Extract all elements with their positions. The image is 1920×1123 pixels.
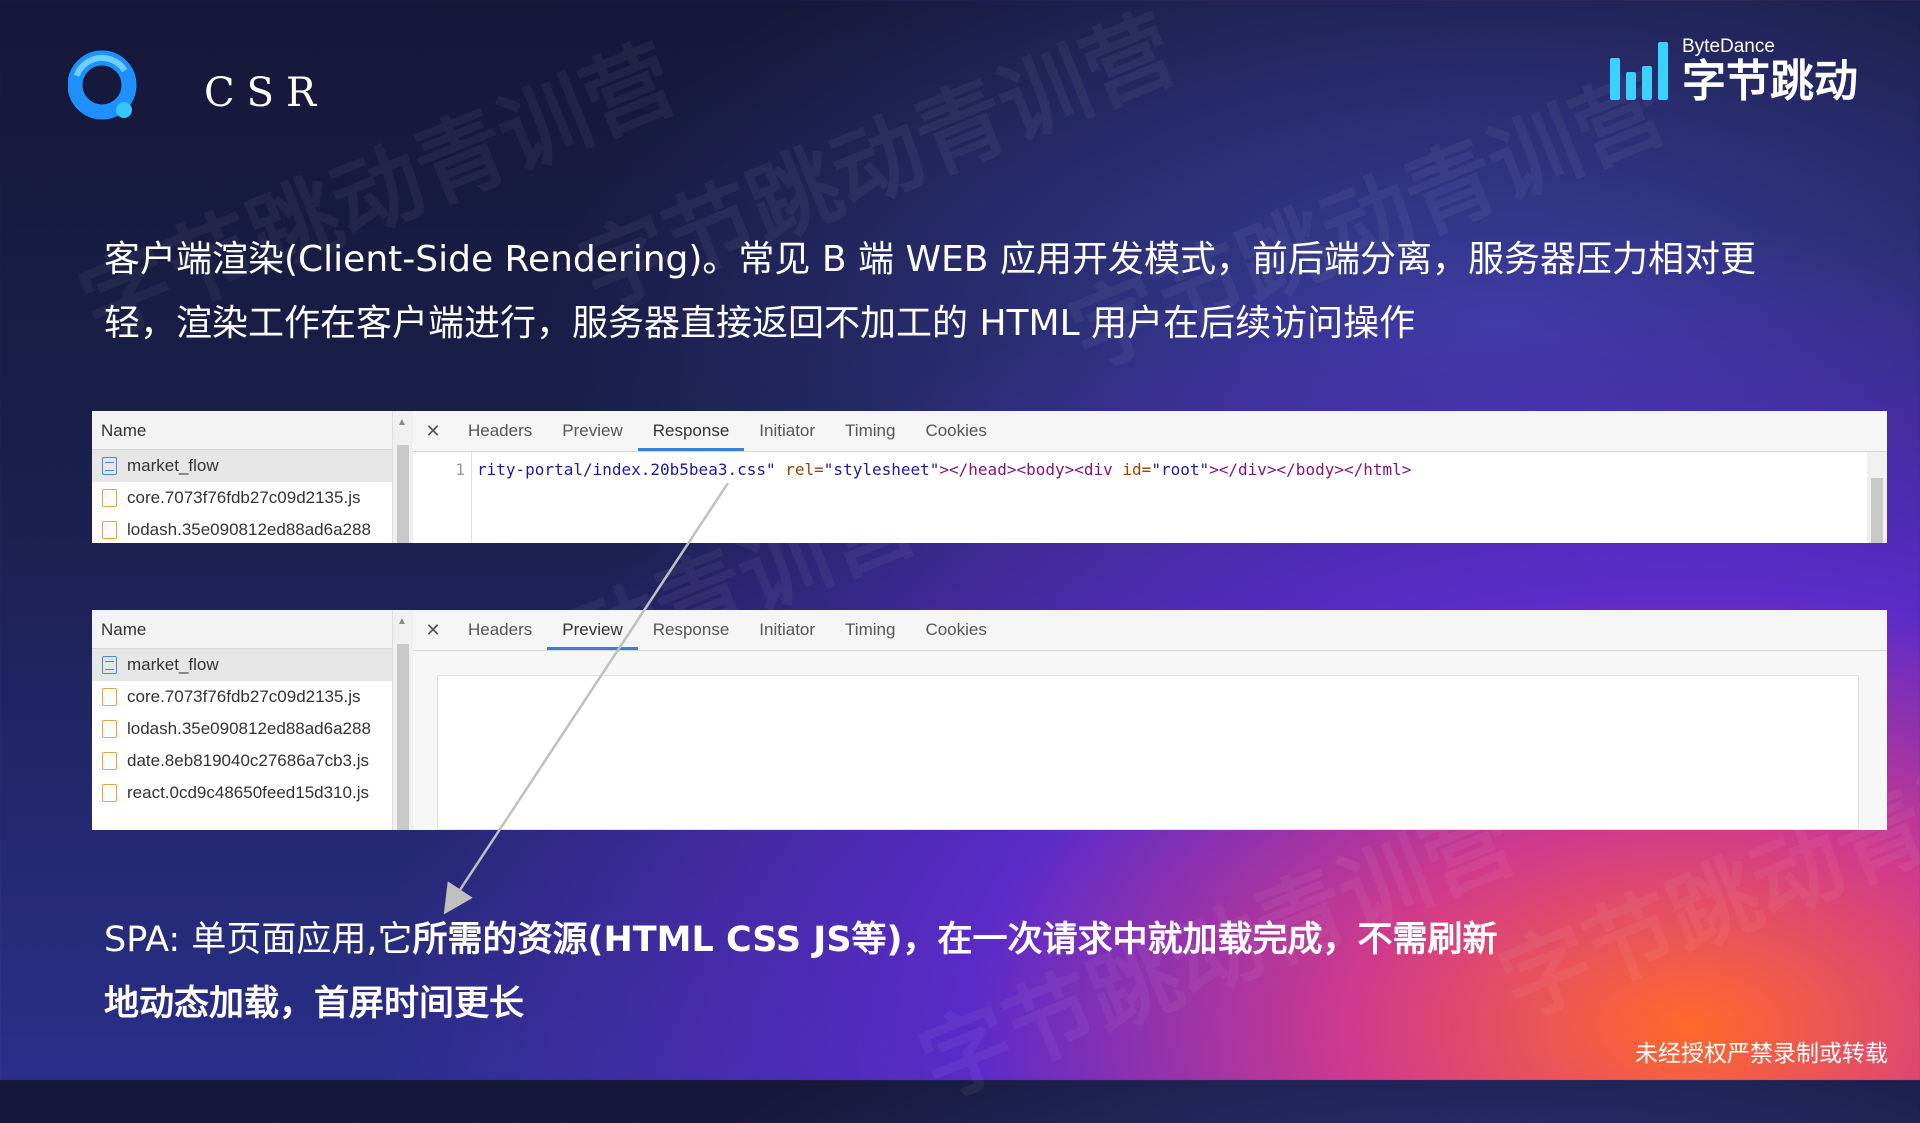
tab-cookies[interactable]: Cookies xyxy=(910,411,1001,451)
devtools-response-panel: Name market_flow core.7073f76fdb27c09d21… xyxy=(92,411,1887,543)
copyright-notice: 未经授权严禁录制或转载 xyxy=(1635,1041,1888,1067)
tab-headers[interactable]: Headers xyxy=(453,411,547,451)
list-item[interactable]: react.0cd9c48650feed15d310.js xyxy=(92,777,412,809)
file-name: lodash.35e090812ed88ad6a288 xyxy=(127,520,371,539)
brand-name-cn: 字节跳动 xyxy=(1682,56,1858,107)
devtools-preview-panel: Name market_flow core.7073f76fdb27c09d21… xyxy=(92,610,1887,830)
spa-prefix: SPA: 单页面应用,它 xyxy=(104,920,413,960)
tab-cookies[interactable]: Cookies xyxy=(910,610,1001,650)
detail-tabbar: ✕ Headers Preview Response Initiator Tim… xyxy=(413,610,1887,651)
close-icon[interactable]: ✕ xyxy=(413,421,453,442)
list-item[interactable]: lodash.35e090812ed88ad6a288 xyxy=(92,713,412,745)
script-file-icon xyxy=(102,720,117,738)
slide-title: CSR xyxy=(204,70,329,116)
code-scrollbar[interactable] xyxy=(1867,452,1887,543)
tab-response[interactable]: Response xyxy=(638,610,745,650)
script-file-icon xyxy=(102,688,117,706)
name-column-header[interactable]: Name xyxy=(92,411,412,450)
file-name: date.8eb819040c27686a7cb3.js xyxy=(127,751,369,770)
name-column-header[interactable]: Name xyxy=(92,610,412,649)
response-code-line: rity-portal/index.20b5bea3.css" rel="sty… xyxy=(477,460,1412,479)
brand-bars-icon xyxy=(1610,42,1668,100)
tab-response[interactable]: Response xyxy=(637,411,745,451)
file-name: market_flow xyxy=(127,655,219,674)
tab-headers[interactable]: Headers xyxy=(453,610,547,650)
line-number: 1 xyxy=(455,460,465,479)
line-gutter: 1 xyxy=(413,452,472,543)
file-name: lodash.35e090812ed88ad6a288 xyxy=(127,719,371,738)
scroll-up-arrow-icon[interactable]: ▲ xyxy=(397,417,407,428)
network-file-list: Name market_flow core.7073f76fdb27c09d21… xyxy=(92,610,413,830)
list-item[interactable]: market_flow xyxy=(92,450,412,482)
preview-view xyxy=(413,651,1887,830)
tab-timing[interactable]: Timing xyxy=(830,411,910,451)
list-item[interactable]: date.8eb819040c27686a7cb3.js xyxy=(92,745,412,777)
brand-name-en: ByteDance xyxy=(1682,36,1775,57)
list-item[interactable]: market_flow xyxy=(92,649,412,681)
tab-initiator[interactable]: Initiator xyxy=(744,411,830,451)
file-name: core.7073f76fdb27c09d2135.js xyxy=(127,687,361,706)
intro-paragraph: 客户端渲染(Client-Side Rendering)。常见 B 端 WEB … xyxy=(104,239,1756,344)
list-item[interactable]: lodash.35e090812ed88ad6a288 xyxy=(92,514,412,543)
tab-preview[interactable]: Preview xyxy=(547,411,637,451)
tab-preview[interactable]: Preview xyxy=(547,610,638,650)
network-file-list: Name market_flow core.7073f76fdb27c09d21… xyxy=(92,411,413,543)
tab-timing[interactable]: Timing xyxy=(830,610,910,650)
document-icon xyxy=(102,656,117,674)
script-file-icon xyxy=(102,752,117,770)
file-name: react.0cd9c48650feed15d310.js xyxy=(127,783,369,802)
file-name: core.7073f76fdb27c09d2135.js xyxy=(127,488,361,507)
script-file-icon xyxy=(102,521,117,539)
script-file-icon xyxy=(102,784,117,802)
spa-paragraph: SPA: 单页面应用,它所需的资源(HTML CSS JS等)，在一次请求中就加… xyxy=(104,908,1504,1036)
document-icon xyxy=(102,457,117,475)
logo-icon xyxy=(68,50,137,120)
list-item[interactable]: core.7073f76fdb27c09d2135.js xyxy=(92,482,412,514)
list-item[interactable]: core.7073f76fdb27c09d2135.js xyxy=(92,681,412,713)
blank-preview-frame xyxy=(437,675,1859,830)
response-code-view[interactable]: 1 rity-portal/index.20b5bea3.css" rel="s… xyxy=(413,452,1887,543)
close-icon[interactable]: ✕ xyxy=(413,620,453,641)
scroll-up-arrow-icon[interactable]: ▲ xyxy=(397,616,407,627)
file-name: market_flow xyxy=(127,456,219,475)
tab-initiator[interactable]: Initiator xyxy=(744,610,830,650)
brand-logo: ByteDance 字节跳动 xyxy=(1610,36,1858,106)
sidebar-scrollbar[interactable]: ▲ xyxy=(392,411,413,543)
script-file-icon xyxy=(102,489,117,507)
detail-tabbar: ✕ Headers Preview Response Initiator Tim… xyxy=(413,411,1887,452)
sidebar-scrollbar[interactable]: ▲ xyxy=(392,610,413,830)
